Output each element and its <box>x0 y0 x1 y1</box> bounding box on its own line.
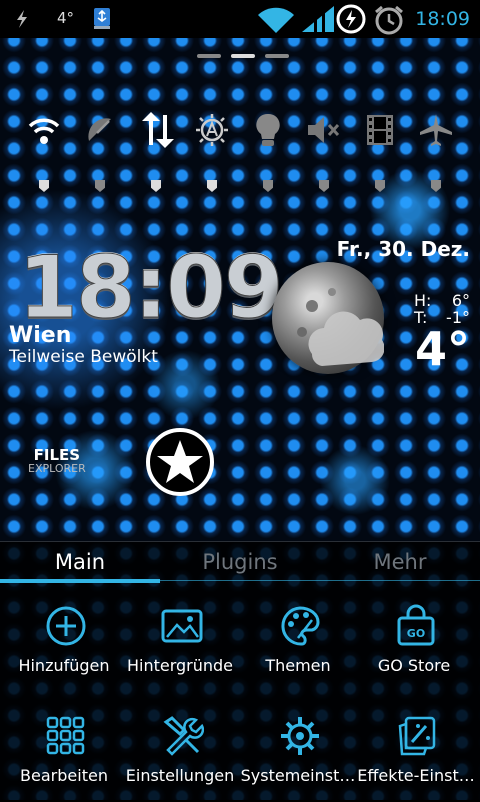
brightness-auto-icon <box>196 114 228 146</box>
add-icon <box>46 606 86 646</box>
weather-high-low: H: 6° T: -1° <box>414 292 470 326</box>
high-value: 6° <box>451 291 470 310</box>
active-tab-underline <box>0 579 160 583</box>
menu-item-label: Effekte-Einst… <box>357 766 475 785</box>
tab-mehr[interactable]: Mehr <box>320 542 480 582</box>
data-sync-icon <box>334 3 368 39</box>
lightbulb-icon <box>256 113 280 146</box>
quick-toggle-bar <box>16 100 464 160</box>
svg-text:GO: GO <box>407 627 425 640</box>
film-icon <box>367 115 393 145</box>
menu-item-edit[interactable]: Bearbeiten <box>4 702 124 802</box>
mute-icon <box>308 117 340 143</box>
weather-condition: Teilweise Bewölkt <box>9 347 158 367</box>
wifi-icon <box>28 118 60 144</box>
settings-gear-icon <box>281 717 319 755</box>
menu-item-add[interactable]: Hinzufügen <box>4 592 124 692</box>
store-bag-icon: GO <box>397 604 435 646</box>
star-icon <box>146 428 214 496</box>
data-arrows-icon <box>142 112 174 148</box>
current-temperature: 4° <box>414 322 470 376</box>
partly-cloudy-moon-icon[interactable] <box>272 262 384 374</box>
wifi-icon <box>256 5 296 39</box>
menu-item-settings[interactable]: Einstellungen <box>120 702 240 802</box>
gps-toggle[interactable] <box>72 100 128 160</box>
page-dot <box>265 54 289 58</box>
menu-item-label: Einstellungen <box>125 766 235 785</box>
files-explorer-shortcut[interactable]: FILES EXPLORER <box>28 446 86 475</box>
wallpaper-icon <box>161 609 203 643</box>
menu-item-label: Themen <box>265 656 331 675</box>
menu-tabs: Main Plugins Mehr <box>0 542 480 582</box>
menu-item-label: Hinzufügen <box>18 656 110 675</box>
airplane-icon <box>420 114 452 146</box>
menu-item-label: Hintergründe <box>126 656 234 675</box>
effects-icon <box>398 716 436 756</box>
tab-main[interactable]: Main <box>0 542 160 582</box>
menu-item-effects-settings[interactable]: Effekte-Einst… <box>356 702 476 802</box>
menu-item-label: Bearbeiten <box>20 766 108 785</box>
tab-plugins[interactable]: Plugins <box>160 542 320 582</box>
grid-edit-icon <box>46 716 85 755</box>
page-dot <box>197 54 221 58</box>
status-time: 18:09 <box>415 8 470 30</box>
menu-item-system-settings[interactable]: Systemeinst… <box>238 702 358 802</box>
charging-bolt-icon <box>14 10 30 32</box>
weather-date: Fr., 30. Dez. <box>336 237 470 261</box>
signal-icon <box>300 4 336 38</box>
menu-item-go-store[interactable]: GO GO Store <box>354 592 474 692</box>
video-toggle[interactable] <box>352 100 408 160</box>
airplane-toggle[interactable] <box>408 100 464 160</box>
menu-item-label: GO Store <box>377 656 451 675</box>
menu-item-label: Systemeinst… <box>240 766 356 785</box>
wifi-toggle[interactable] <box>16 100 72 160</box>
alarm-clock-icon <box>372 4 406 40</box>
menu-item-themes[interactable]: Themen <box>238 592 358 692</box>
palette-icon <box>281 606 320 646</box>
tools-icon <box>163 716 204 756</box>
page-dot-active <box>231 54 255 58</box>
status-temperature: 4° <box>57 9 75 27</box>
page-indicator <box>197 54 289 58</box>
status-bar: 4° 18:09 <box>0 0 480 38</box>
menu-item-wallpapers[interactable]: Hintergründe <box>120 592 240 692</box>
files-explorer-subtitle: EXPLORER <box>28 462 86 475</box>
weather-city: Wien <box>9 323 72 348</box>
high-label: H: <box>414 291 432 310</box>
launcher-menu: Main Plugins Mehr Hinzufügen Hintergründ… <box>0 541 480 801</box>
flashlight-toggle[interactable] <box>240 100 296 160</box>
sound-toggle[interactable] <box>296 100 352 160</box>
favorites-star-button[interactable] <box>145 427 215 501</box>
brightness-toggle[interactable] <box>184 100 240 160</box>
usb-icon <box>92 6 112 34</box>
mobile-data-toggle[interactable] <box>128 100 184 160</box>
satellite-dish-icon <box>88 118 111 141</box>
